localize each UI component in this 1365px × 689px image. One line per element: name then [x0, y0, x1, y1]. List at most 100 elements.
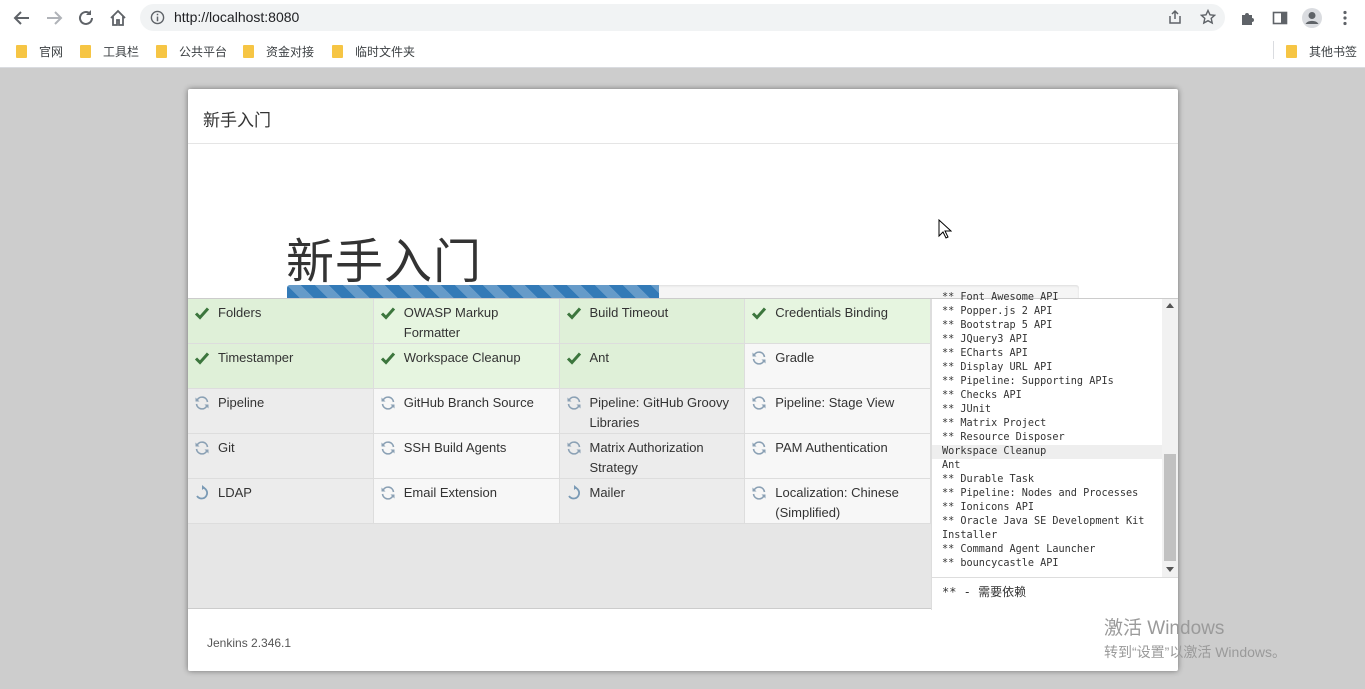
plugin-name: OWASP Markup Formatter — [403, 305, 499, 340]
plugin-row: Git SSH Build Agents Matrix Authorization … — [188, 434, 931, 479]
arrow-right-icon — [47, 11, 63, 25]
bookmark-folder[interactable]: 临时文件夹 — [332, 41, 415, 61]
plugin-name: Credentials Binding — [775, 305, 888, 320]
log-line: ** Font Awesome API — [942, 292, 1059, 303]
address-bar[interactable]: http://localhost:8080 — [140, 4, 1225, 31]
folder-icon — [156, 44, 167, 58]
plugin-name: Localization: Chinese (Simplified) — [775, 485, 899, 520]
plugin-name: Matrix Authorization Strategy — [589, 440, 704, 475]
log-line: Workspace Cleanup — [932, 445, 1162, 459]
plugin-name: Timestamper — [218, 350, 294, 365]
arrow-left-icon — [13, 11, 29, 25]
plugin-item: Pipeline: Stage View — [745, 389, 931, 434]
reload-button[interactable] — [73, 5, 99, 31]
plugin-name: Build Timeout — [589, 305, 669, 320]
plugin-item: Timestamper — [188, 344, 374, 389]
check-icon — [194, 352, 210, 365]
plugin-name: Email Extension — [403, 485, 497, 500]
plugin-name: Pipeline: GitHub Groovy Libraries — [589, 395, 729, 430]
forward-button[interactable] — [41, 5, 67, 31]
url-text[interactable]: http://localhost:8080 — [174, 9, 299, 25]
side-panel-icon — [1272, 11, 1288, 25]
scroll-up-arrow-icon[interactable] — [1166, 303, 1174, 308]
refresh-icon — [752, 396, 766, 410]
bookmarks-bar: 官网 工具栏 公共平台 资金对接 临时文件夹 其他书签 — [0, 35, 1365, 68]
log-line: ** JUnit — [942, 404, 992, 415]
check-icon — [380, 352, 395, 365]
browser-toolbar: http://localhost:8080 — [0, 0, 1365, 35]
log-line: ** Popper.js 2 API — [942, 306, 1053, 317]
plugin-name: LDAP — [218, 485, 252, 500]
log-line: ** ECharts API — [942, 348, 1028, 359]
plugin-item: Build Timeout — [559, 299, 746, 344]
log-line: ** Command Agent Launcher — [942, 544, 1096, 555]
mouse-cursor-icon — [938, 219, 952, 239]
folder-icon — [16, 44, 27, 58]
plugin-name: Gradle — [775, 350, 815, 365]
check-icon — [566, 352, 581, 365]
log-line: ** Durable Task — [942, 474, 1035, 485]
log-line: ** Display URL API — [942, 362, 1053, 373]
home-button[interactable] — [105, 5, 131, 31]
install-log-lines[interactable]: ** Font Awesome API ** Popper.js 2 API ** … — [932, 291, 1162, 569]
watermark-line2: 转到“设置”以激活 Windows。 — [1104, 644, 1287, 660]
side-panel-button[interactable] — [1267, 5, 1293, 31]
plugin-item: Git — [188, 434, 374, 479]
plugin-item: Pipeline: GitHub Groovy Libraries — [559, 389, 746, 434]
folder-icon — [1286, 44, 1297, 58]
refresh-icon — [195, 396, 209, 410]
plugin-row: Folders OWASP Markup Formatter Build Timeo… — [188, 299, 931, 344]
spinner-icon — [567, 485, 580, 500]
home-icon — [110, 9, 126, 26]
log-line: ** Checks API — [942, 390, 1022, 401]
reload-icon — [79, 10, 93, 25]
star-icon[interactable] — [1200, 9, 1216, 25]
setup-wizard-dialog: 新手入门 新手入门 Folders OWASP Markup Formatter B… — [188, 89, 1178, 671]
plugin-row: LDAP Email Extension Mailer Localization: C… — [188, 479, 931, 524]
check-icon — [752, 307, 767, 320]
check-icon — [194, 307, 210, 320]
log-line: ** Resource Disposer — [942, 432, 1065, 443]
plugin-item: OWASP Markup Formatter — [373, 299, 560, 344]
other-bookmarks[interactable]: 其他书签 — [1286, 41, 1357, 61]
plugin-row: Pipeline GitHub Branch Source Pipeline: Gi… — [188, 389, 931, 434]
bookmark-folder[interactable]: 公共平台 — [156, 41, 227, 61]
folder-icon — [80, 44, 91, 58]
plugin-item: Pipeline — [188, 389, 374, 434]
log-line: ** Pipeline: Nodes and Processes — [942, 488, 1139, 499]
back-button[interactable] — [9, 5, 35, 31]
plugin-name: Folders — [218, 305, 262, 320]
folder-icon — [243, 44, 254, 58]
refresh-icon — [752, 351, 766, 365]
refresh-icon — [381, 396, 395, 410]
plugin-item: Ant — [559, 344, 746, 389]
profile-button[interactable] — [1299, 5, 1325, 31]
scrollbar-thumb[interactable] — [1164, 454, 1176, 561]
plugin-item: GitHub Branch Source — [373, 389, 560, 434]
share-icon[interactable] — [1167, 9, 1183, 25]
refresh-icon — [195, 441, 209, 455]
plugin-item: Localization: Chinese (Simplified) — [745, 479, 931, 524]
plugin-name: Pipeline: Stage View — [775, 395, 895, 410]
scroll-down-arrow-icon[interactable] — [1166, 567, 1174, 572]
log-line: ** Ionicons API — [942, 502, 1035, 513]
watermark-line1: 激活 Windows — [1104, 618, 1225, 639]
plugin-name: SSH Build Agents — [403, 440, 507, 455]
bookmark-folder[interactable]: 工具栏 — [80, 41, 139, 61]
log-legend: ** - 需要依赖 — [932, 577, 1178, 610]
bookmarks-separator — [1273, 41, 1274, 59]
plugin-name: Ant — [589, 350, 610, 365]
bookmark-folder[interactable]: 资金对接 — [243, 41, 314, 61]
plugin-row: Timestamper Workspace Cleanup Ant Gradle — [188, 344, 931, 389]
log-scrollbar[interactable] — [1162, 299, 1178, 577]
windows-activation-watermark: 激活 Windows 转到“设置”以激活 Windows。 — [1104, 613, 1286, 662]
plugin-item: LDAP — [188, 479, 374, 524]
log-line: ** bouncycastle API — [942, 558, 1059, 569]
extensions-button[interactable] — [1235, 5, 1261, 31]
puzzle-icon — [1242, 13, 1254, 25]
log-line: ** Oracle Java SE Development Kit Instal… — [942, 516, 1145, 541]
menu-button[interactable] — [1332, 5, 1358, 31]
refresh-icon — [752, 441, 766, 455]
plugin-item: Gradle — [745, 344, 931, 389]
bookmark-folder[interactable]: 官网 — [16, 41, 63, 61]
